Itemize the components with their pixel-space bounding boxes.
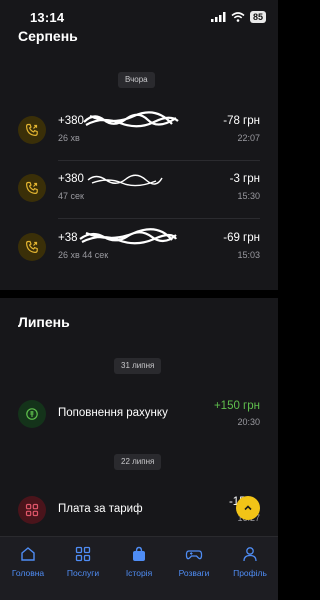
history-bag-icon bbox=[133, 546, 145, 561]
wifi-icon bbox=[231, 12, 245, 22]
nav-label: Послуги bbox=[66, 568, 100, 578]
divider bbox=[58, 218, 260, 219]
phone-call-icon bbox=[18, 116, 46, 144]
phone-call-icon bbox=[18, 233, 46, 261]
nav-label: Історія bbox=[125, 568, 153, 578]
redaction-scribble bbox=[87, 174, 163, 187]
signal-icon bbox=[210, 12, 226, 22]
gamepad-icon bbox=[185, 550, 203, 560]
call-time: 15:30 bbox=[237, 191, 260, 201]
services-grid-icon bbox=[75, 546, 91, 562]
topup-time: 20:30 bbox=[237, 417, 260, 427]
call-time: 22:07 bbox=[237, 133, 260, 143]
nav-item-services[interactable]: Послуги bbox=[55, 545, 111, 578]
nav-label: Головна bbox=[11, 568, 45, 578]
redaction-scribble bbox=[83, 111, 179, 128]
phone-number: +380 bbox=[58, 115, 84, 127]
nav-label: Профіль bbox=[233, 568, 267, 578]
call-duration: 26 хв bbox=[58, 133, 80, 143]
call-amount: -69 грн bbox=[223, 232, 260, 244]
date-chip: 22 липня bbox=[114, 454, 162, 470]
phone-number: +380 bbox=[58, 173, 84, 185]
phone-number: +38 bbox=[58, 232, 78, 244]
phone-call-icon bbox=[18, 174, 46, 202]
scroll-to-top-button[interactable] bbox=[236, 496, 260, 520]
battery-indicator: 85 bbox=[249, 11, 266, 23]
home-icon bbox=[21, 547, 35, 561]
nav-item-entertainment[interactable]: Розваги bbox=[166, 545, 222, 578]
month-title: Серпень bbox=[18, 28, 78, 44]
call-duration: 47 сек bbox=[58, 191, 84, 201]
call-amount: -3 грн bbox=[229, 173, 260, 185]
call-amount: -78 грн bbox=[223, 115, 260, 127]
redaction-scribble bbox=[79, 228, 177, 245]
nav-item-home[interactable]: Головна bbox=[0, 545, 56, 578]
money-topup-icon bbox=[18, 400, 46, 428]
row-title: Поповнення рахунку bbox=[58, 407, 168, 419]
nav-label: Розваги bbox=[178, 568, 210, 578]
call-duration: 26 хв 44 сек bbox=[58, 250, 109, 260]
bottom-nav: Головна Послуги Історія Розваги Профіль bbox=[0, 536, 278, 600]
status-time: 13:14 bbox=[30, 10, 65, 25]
grid-tariff-icon bbox=[18, 496, 46, 524]
date-chip: Вчора bbox=[118, 72, 155, 88]
section-august: Серпень Вчора +380 26 хв -78 грн 22:07 +… bbox=[0, 28, 278, 290]
row-title: Плата за тариф bbox=[58, 503, 143, 515]
month-title: Липень bbox=[18, 314, 70, 330]
call-time: 15:03 bbox=[237, 250, 260, 260]
chevron-up-icon bbox=[244, 505, 252, 511]
topup-amount: +150 грн bbox=[213, 400, 260, 412]
call-row[interactable]: +38 26 хв 44 сек -69 грн 15:03 bbox=[0, 220, 278, 276]
call-row[interactable]: +380 47 сек -3 грн 15:30 bbox=[0, 161, 278, 217]
topup-row[interactable]: Поповнення рахунку +150 грн 20:30 bbox=[0, 386, 278, 442]
nav-item-profile[interactable]: Профіль bbox=[222, 545, 278, 578]
profile-icon bbox=[243, 547, 257, 562]
call-row[interactable]: +380 26 хв -78 грн 22:07 bbox=[0, 102, 278, 158]
section-july: Липень 31 липня Поповнення рахунку +150 … bbox=[0, 298, 278, 536]
nav-item-history[interactable]: Історія bbox=[111, 545, 167, 578]
date-chip: 31 липня bbox=[114, 358, 162, 374]
